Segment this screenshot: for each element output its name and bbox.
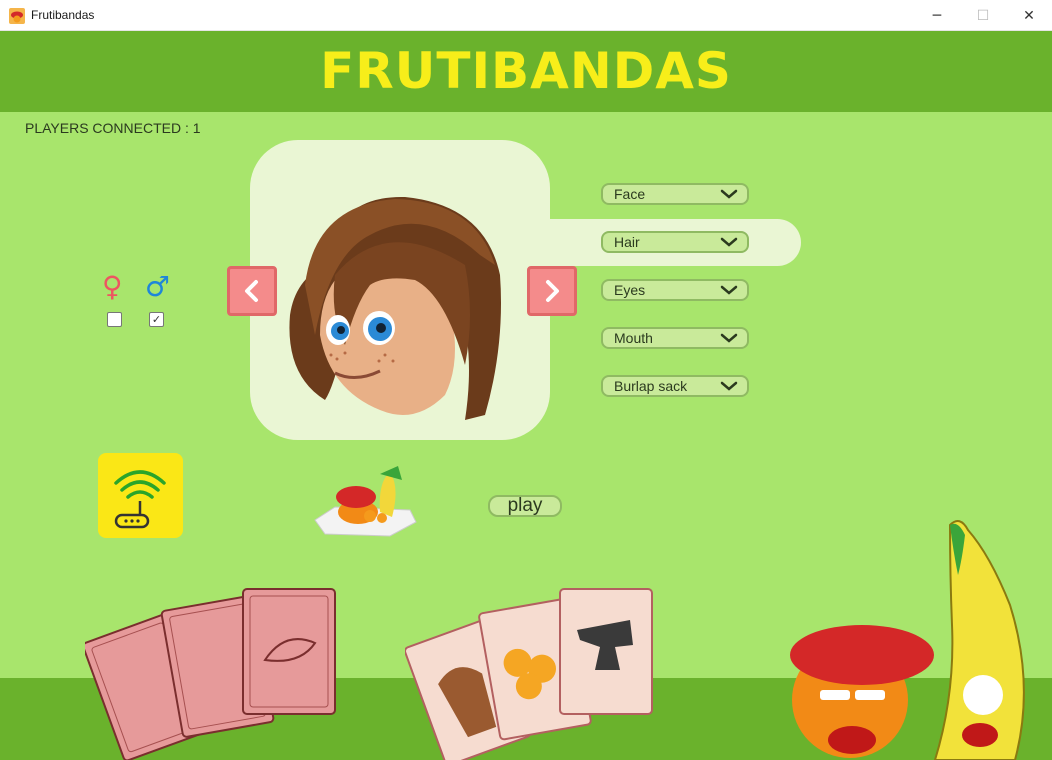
chevron-down-icon [717,381,741,391]
fruit-token-image [314,466,417,537]
card-backs-image [85,588,336,760]
hair-select[interactable]: Hair [601,231,749,253]
avatar-head-image [289,196,501,420]
face-select[interactable]: Face [601,183,749,205]
mouth-select[interactable]: Mouth [601,327,749,349]
close-button[interactable]: ✕ [1006,0,1052,31]
select-value: Eyes [614,282,646,298]
window-titlebar: Frutibandas ─ ☐ ✕ [0,0,1052,31]
select-value: Mouth [614,330,653,346]
chevron-left-icon [245,280,258,302]
wifi-router-icon [114,470,166,529]
chevron-right-icon [546,280,559,302]
select-value: Burlap sack [614,378,688,394]
male-checkbox[interactable]: ✓ [149,312,164,327]
select-value: Hair [614,234,640,250]
previous-option-button[interactable] [227,266,277,316]
minimize-button[interactable]: ─ [914,0,960,31]
fruit-mascots-image [790,520,1025,760]
maximize-button[interactable]: ☐ [960,0,1006,31]
chevron-down-icon [717,237,741,247]
select-value: Face [614,186,646,202]
next-option-button[interactable] [527,266,577,316]
female-symbol-icon: ♀ [102,270,123,303]
game-title: FRUTIBANDAS [320,42,732,100]
connect-button[interactable] [98,453,183,538]
chevron-down-icon [717,189,741,199]
outfit-select[interactable]: Burlap sack [601,375,749,397]
female-checkbox[interactable] [107,312,122,327]
chevron-down-icon [717,333,741,343]
play-button[interactable]: play [488,495,562,517]
window-title: Frutibandas [31,8,95,22]
beret-icon [9,8,25,24]
eyes-select[interactable]: Eyes [601,279,749,301]
chevron-down-icon [717,285,741,295]
male-symbol-icon: ♂ [145,270,171,303]
card-faces-image [405,588,653,760]
players-connected-label: PLAYERS CONNECTED : 1 [25,120,201,136]
